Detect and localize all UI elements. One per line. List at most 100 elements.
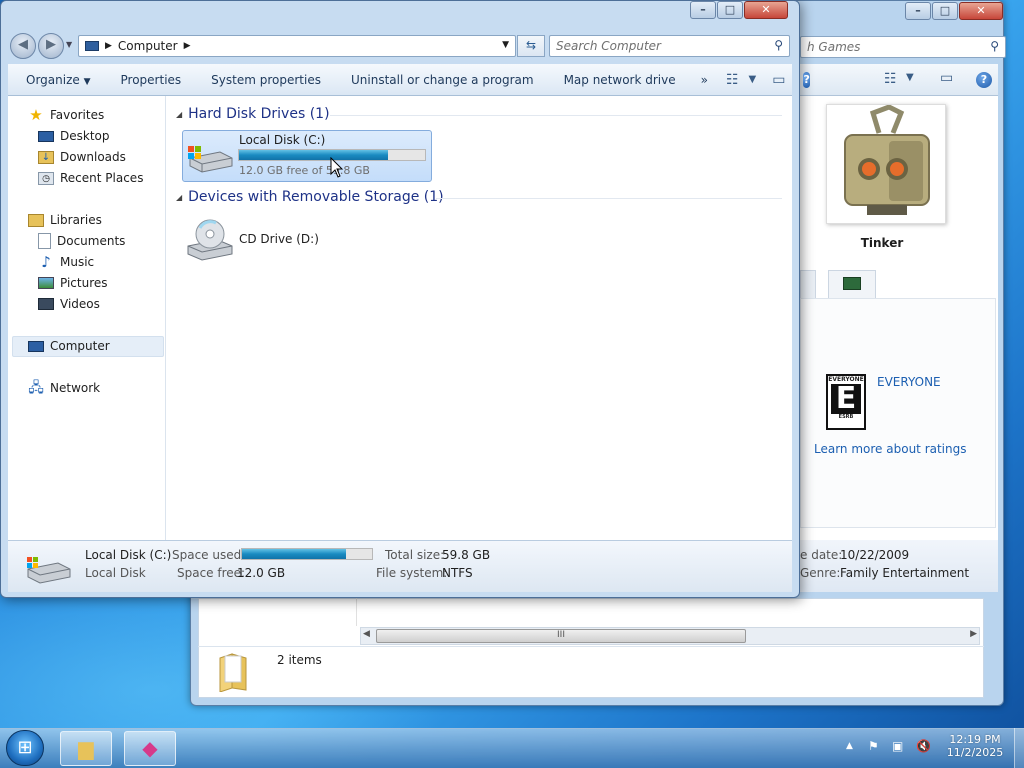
- nav-music[interactable]: ♪ Music: [38, 252, 94, 272]
- genre-value: Family Entertainment: [840, 566, 970, 580]
- esrb-rating-icon: EVERYONE E ESRB: [826, 374, 866, 430]
- nav-downloads[interactable]: ↓ Downloads: [38, 147, 126, 167]
- chevron-down-icon[interactable]: ▼: [502, 40, 509, 50]
- games-window-controls: – □ ✕: [905, 2, 1003, 20]
- taskbar-games-button[interactable]: ◆: [124, 731, 176, 766]
- nav-documents[interactable]: Documents: [38, 231, 125, 251]
- network-icon: 🖧: [28, 380, 44, 396]
- nav-computer[interactable]: Computer: [28, 336, 110, 356]
- show-desktop-button[interactable]: [1014, 728, 1024, 768]
- chevron-right-icon[interactable]: ▶: [105, 41, 112, 51]
- search-icon[interactable]: ⚲: [774, 38, 783, 52]
- more-commands-button[interactable]: »: [691, 73, 718, 87]
- group-removable-storage[interactable]: ◢ Devices with Removable Storage (1): [176, 189, 444, 205]
- nav-recent-places[interactable]: ◷ Recent Places: [38, 168, 143, 188]
- chevron-right-icon[interactable]: ▶: [184, 41, 191, 51]
- back-button[interactable]: ◀: [10, 33, 36, 59]
- genre-label: Genre:: [800, 566, 841, 580]
- taskbar-explorer-button[interactable]: ▆: [60, 731, 112, 766]
- breadcrumb-computer[interactable]: Computer: [118, 39, 178, 53]
- robot-icon: [844, 104, 930, 215]
- group-hard-disk-drives[interactable]: ◢ Hard Disk Drives (1): [176, 106, 330, 122]
- star-icon: ★: [29, 106, 43, 124]
- space-free-label: Space free:: [177, 566, 246, 580]
- group-hard-disk-label: Hard Disk Drives (1): [188, 106, 330, 122]
- volume-muted-icon[interactable]: 🔇: [916, 739, 931, 753]
- views-icon[interactable]: ☷: [884, 71, 897, 87]
- close-button[interactable]: ✕: [744, 1, 788, 19]
- network-icon[interactable]: ▣: [892, 739, 903, 753]
- total-size-label: Total size:: [385, 548, 445, 562]
- show-hidden-icons-button[interactable]: ▲: [846, 741, 853, 751]
- total-size-value: 59.8 GB: [442, 548, 491, 562]
- nav-network[interactable]: 🖧 Network: [28, 378, 100, 398]
- details-drive-name: Local Disk (C:): [85, 548, 172, 562]
- minimize-button[interactable]: –: [690, 1, 716, 19]
- chevron-down-icon[interactable]: ▼: [749, 74, 757, 85]
- games-statusbar: e date: 10/22/2009 Genre: Family Enterta…: [800, 540, 998, 592]
- nav-pictures[interactable]: Pictures: [38, 273, 108, 293]
- local-disk-name: Local Disk (C:): [239, 133, 326, 147]
- action-center-icon[interactable]: ⚑: [868, 739, 879, 753]
- cd-drive-icon[interactable]: [186, 218, 234, 262]
- search-input[interactable]: Search Computer ⚲: [549, 35, 790, 57]
- preview-pane-icon[interactable]: ▭: [772, 72, 785, 88]
- uninstall-program-button[interactable]: Uninstall or change a program: [336, 73, 549, 87]
- downloads-icon: ↓: [38, 150, 54, 164]
- ratings-link[interactable]: Learn more about ratings: [814, 442, 967, 456]
- libraries-icon: [28, 213, 44, 227]
- collapse-icon[interactable]: ◢: [176, 110, 182, 119]
- address-bar[interactable]: ▶ Computer ▶ ▼: [78, 35, 516, 57]
- nav-pictures-label: Pictures: [60, 276, 108, 290]
- minimize-button[interactable]: –: [905, 2, 931, 20]
- divider: [198, 646, 984, 647]
- map-network-drive-button[interactable]: Map network drive: [549, 73, 691, 87]
- rating-label: EVERYONE: [877, 375, 941, 389]
- mouse-cursor-icon: [330, 157, 344, 178]
- performance-tab[interactable]: [828, 270, 876, 298]
- nav-downloads-label: Downloads: [60, 150, 126, 164]
- collapse-icon[interactable]: ◢: [176, 193, 182, 202]
- games-search-placeholder: h Games: [807, 40, 861, 54]
- clock-time: 12:19 PM: [949, 733, 1001, 746]
- help-icon[interactable]: ?: [803, 71, 810, 88]
- details-tab[interactable]: [800, 270, 816, 298]
- preview-pane-icon[interactable]: ▭: [940, 70, 953, 86]
- space-used-fill: [242, 549, 346, 559]
- folder-icon: [216, 650, 252, 693]
- nav-network-label: Network: [50, 381, 101, 395]
- maximize-button[interactable]: □: [717, 1, 743, 19]
- close-button[interactable]: ✕: [959, 2, 1003, 20]
- details-drive-type: Local Disk: [85, 566, 146, 580]
- column-divider: [356, 598, 357, 626]
- release-date-value: 10/22/2009: [840, 548, 910, 562]
- chevron-down-icon: ▼: [83, 76, 91, 87]
- refresh-button[interactable]: ⇆: [517, 35, 545, 57]
- scroll-right-icon[interactable]: ▶: [970, 629, 977, 639]
- system-properties-button[interactable]: System properties: [196, 73, 336, 87]
- recent-pages-chevron-icon[interactable]: ▼: [66, 40, 72, 49]
- clock-date: 11/2/2025: [946, 746, 1004, 759]
- nav-videos[interactable]: Videos: [38, 294, 100, 314]
- start-button[interactable]: ⊞: [6, 730, 44, 766]
- properties-button[interactable]: Properties: [106, 73, 197, 87]
- command-bar: Organize ▼ Properties System properties …: [8, 64, 810, 96]
- search-icon[interactable]: ⚲: [990, 39, 999, 53]
- help-icon[interactable]: ?: [976, 72, 992, 88]
- views-icon[interactable]: ☷: [726, 72, 739, 88]
- forward-button[interactable]: ▶: [38, 33, 64, 59]
- nav-favorites[interactable]: ★ Favorites: [28, 105, 104, 125]
- group-removable-label: Devices with Removable Storage (1): [188, 189, 444, 205]
- nav-desktop[interactable]: Desktop: [38, 126, 110, 146]
- scroll-left-icon[interactable]: ◀: [363, 629, 370, 639]
- games-search-input[interactable]: h Games ⚲: [800, 36, 1006, 58]
- maximize-button[interactable]: □: [932, 2, 958, 20]
- local-disk-space: 12.0 GB free of 59.8 GB: [239, 164, 370, 177]
- organize-button[interactable]: Organize ▼: [8, 73, 106, 87]
- clock[interactable]: 12:19 PM 11/2/2025: [940, 733, 1010, 759]
- cd-drive-name[interactable]: CD Drive (D:): [239, 232, 319, 246]
- nav-libraries[interactable]: Libraries: [28, 210, 102, 230]
- chevron-down-icon[interactable]: ▼: [906, 72, 914, 83]
- game-thumbnail: [826, 104, 946, 224]
- scrollbar-thumb[interactable]: III: [376, 629, 746, 643]
